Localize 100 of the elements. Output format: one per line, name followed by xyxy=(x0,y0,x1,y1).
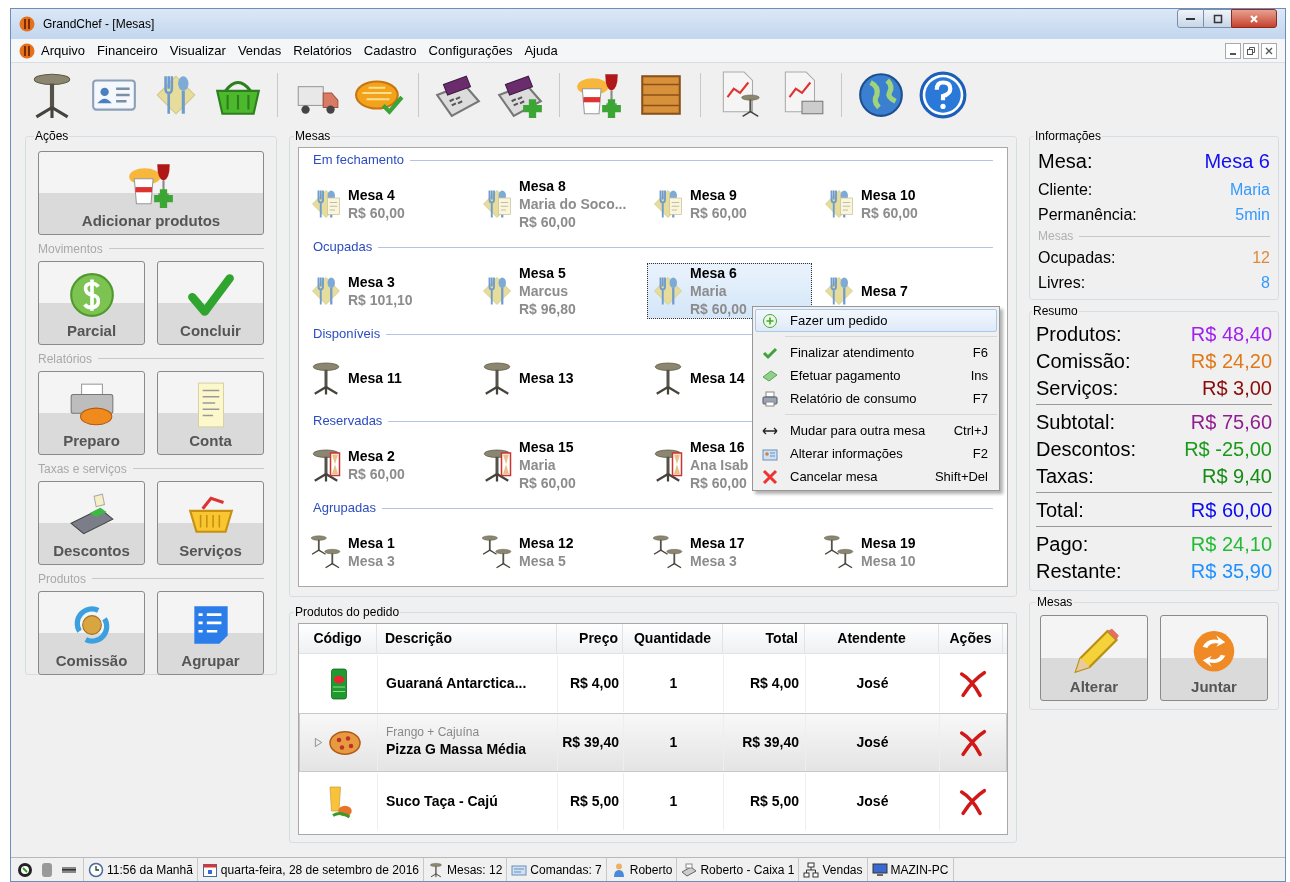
group-title: Resumo xyxy=(1032,303,1079,320)
menu-item[interactable]: Arquivo xyxy=(35,40,92,61)
menu-item[interactable]: Efetuar pagamento Ins xyxy=(755,364,997,387)
table-detail: R$ 60,00 xyxy=(690,203,747,222)
column-header[interactable]: Quantidade xyxy=(634,628,711,649)
summary-label: Comissão: xyxy=(1036,348,1131,374)
section-label: Taxas e serviços xyxy=(38,460,127,478)
action-button[interactable]: Comissão xyxy=(38,591,145,675)
table-tile[interactable]: Mesa 1 Mesa 3 xyxy=(305,523,470,580)
table-tile[interactable]: Mesa 15 Maria R$ 60,00 xyxy=(476,436,641,493)
table-tile[interactable]: Mesa 10 R$ 60,00 xyxy=(818,175,983,232)
minimize-button[interactable] xyxy=(1177,9,1204,28)
table-name: Mesa 3 xyxy=(348,272,396,291)
table-detail: Marcus xyxy=(519,281,570,300)
table-name: Mesa 6 xyxy=(690,263,738,282)
table-action-button[interactable]: Alterar xyxy=(1040,615,1148,701)
column-header[interactable]: Preço xyxy=(579,628,618,649)
column-header[interactable]: Ações xyxy=(949,628,992,649)
table-tile[interactable]: Mesa 17 Mesa 3 xyxy=(647,523,812,580)
table-tile[interactable]: Mesa 2 R$ 60,00 xyxy=(305,436,470,493)
restore-button[interactable] xyxy=(1243,42,1259,59)
column-header[interactable]: Código xyxy=(313,628,362,649)
table-name: Mesa 12 xyxy=(519,533,574,552)
help-icon[interactable] xyxy=(918,70,968,120)
info-value: 12 xyxy=(1252,247,1270,268)
table-detail: Mesa 3 xyxy=(690,551,738,570)
table-name: Mesa 10 xyxy=(861,185,917,204)
status-text: Mesas: 12 xyxy=(447,861,503,879)
menu-item[interactable]: Visualizar xyxy=(163,40,232,61)
table-tile[interactable]: Mesa 4 R$ 60,00 xyxy=(305,175,470,232)
action-button[interactable]: Conta xyxy=(157,371,264,455)
action-button[interactable]: Serviços xyxy=(157,481,264,565)
table-cell-text: R$ 4,00 xyxy=(749,674,799,693)
maximize-button[interactable] xyxy=(1204,9,1231,28)
table-tile[interactable]: Mesa 11 xyxy=(305,349,470,406)
table-tile[interactable]: Mesa 8 Maria do Soco... R$ 60,00 xyxy=(476,175,641,232)
summary-label: Pago: xyxy=(1036,531,1089,557)
table-cell-text: José xyxy=(856,792,889,811)
action-button[interactable]: Descontos xyxy=(38,481,145,565)
table-tile[interactable]: Mesa 9 R$ 60,00 xyxy=(647,175,812,232)
table-tile[interactable]: Mesa 3 R$ 101,10 xyxy=(305,262,470,319)
summary-value: R$ 75,60 xyxy=(1190,409,1272,435)
close-button[interactable] xyxy=(1231,9,1277,28)
summary-value: R$ 9,40 xyxy=(1201,463,1272,489)
action-button[interactable]: Parcial xyxy=(38,261,145,345)
column-header[interactable]: Atendente xyxy=(837,628,906,649)
menu-item[interactable]: Fazer um pedido xyxy=(755,309,997,332)
column-header[interactable]: Total xyxy=(765,628,798,649)
table-name: Mesa 14 xyxy=(690,368,745,387)
close-button[interactable] xyxy=(1261,42,1277,59)
menu-item[interactable]: Configurações xyxy=(422,40,519,61)
group-title: Ações xyxy=(34,128,70,145)
table-detail: Maria xyxy=(519,455,557,474)
product-row[interactable]: Suco Taça - Cajú R$ 5,00 1 R$ 5,00 José xyxy=(299,772,1007,831)
x-icon xyxy=(762,468,778,485)
info-label: Mesa: xyxy=(1038,149,1093,174)
action-button[interactable]: Preparo xyxy=(38,371,145,455)
table-cell-text: 1 xyxy=(669,792,678,811)
table-name: Mesa 4 xyxy=(348,185,396,204)
section-header: Reservadas xyxy=(313,412,383,431)
table-detail: R$ 60,00 xyxy=(690,473,748,492)
summary-label: Restante: xyxy=(1036,558,1122,584)
action-button[interactable]: Adicionar produtos xyxy=(38,151,264,235)
table-action-button[interactable]: Juntar xyxy=(1160,615,1268,701)
menu-item[interactable]: Vendas xyxy=(231,40,288,61)
column-header[interactable]: Descrição xyxy=(385,628,452,649)
summary-value: R$ -25,00 xyxy=(1184,436,1272,462)
menu-item[interactable]: Ajuda xyxy=(518,40,564,61)
table-cell-text: 1 xyxy=(669,674,678,693)
action-button[interactable]: Concluir xyxy=(157,261,264,345)
table-tile[interactable]: Mesa 5 Marcus R$ 96,80 xyxy=(476,262,641,319)
two-tables-icon xyxy=(479,533,515,570)
action-button[interactable]: Agrupar xyxy=(157,591,264,675)
table-cell-text: 1 xyxy=(669,733,678,752)
menu-item[interactable]: Cancelar mesa Shift+Del xyxy=(755,465,997,488)
menu-item[interactable]: Alterar informações F2 xyxy=(755,442,997,465)
minimize-button[interactable] xyxy=(1225,42,1241,59)
item-note: Frango + Cajuína xyxy=(386,725,481,739)
window-title: GrandChef - [Mesas] xyxy=(43,16,156,33)
product-row[interactable]: Frango + Cajuína Pizza G Massa Média R$ 39,40 1 R$ 39,40 José xyxy=(299,713,1007,772)
menu-item[interactable]: Mudar para outra mesa Ctrl+J xyxy=(755,419,997,442)
section-label: Movimentos xyxy=(38,240,103,258)
status-text: Roberto xyxy=(629,861,673,879)
table-tile[interactable]: Mesa 12 Mesa 5 xyxy=(476,523,641,580)
menu-item[interactable]: Finalizar atendimento F6 xyxy=(755,341,997,364)
product-row[interactable]: Guaraná Antarctica... R$ 4,00 1 R$ 4,00 José xyxy=(299,654,1007,713)
group-title: Mesas xyxy=(294,128,332,145)
menu-item[interactable]: Relatório de consumo F7 xyxy=(755,387,997,410)
table-tile[interactable]: Mesa 19 Mesa 10 xyxy=(818,523,983,580)
menu-item[interactable]: Cadastro xyxy=(357,40,423,61)
summary-value: R$ 35,90 xyxy=(1190,558,1272,584)
table-detail: R$ 96,80 xyxy=(519,299,576,318)
table-detail: R$ 60,00 xyxy=(348,203,405,222)
menu-item[interactable]: Financeiro xyxy=(91,40,164,61)
summary-label: Total: xyxy=(1036,497,1084,523)
table-tile[interactable]: Mesa 13 xyxy=(476,349,641,406)
minimize-icon xyxy=(1186,17,1195,20)
table-detail: R$ 60,00 xyxy=(348,464,405,483)
menu-item[interactable]: Relatórios xyxy=(287,40,358,61)
close-icon xyxy=(1265,46,1273,55)
